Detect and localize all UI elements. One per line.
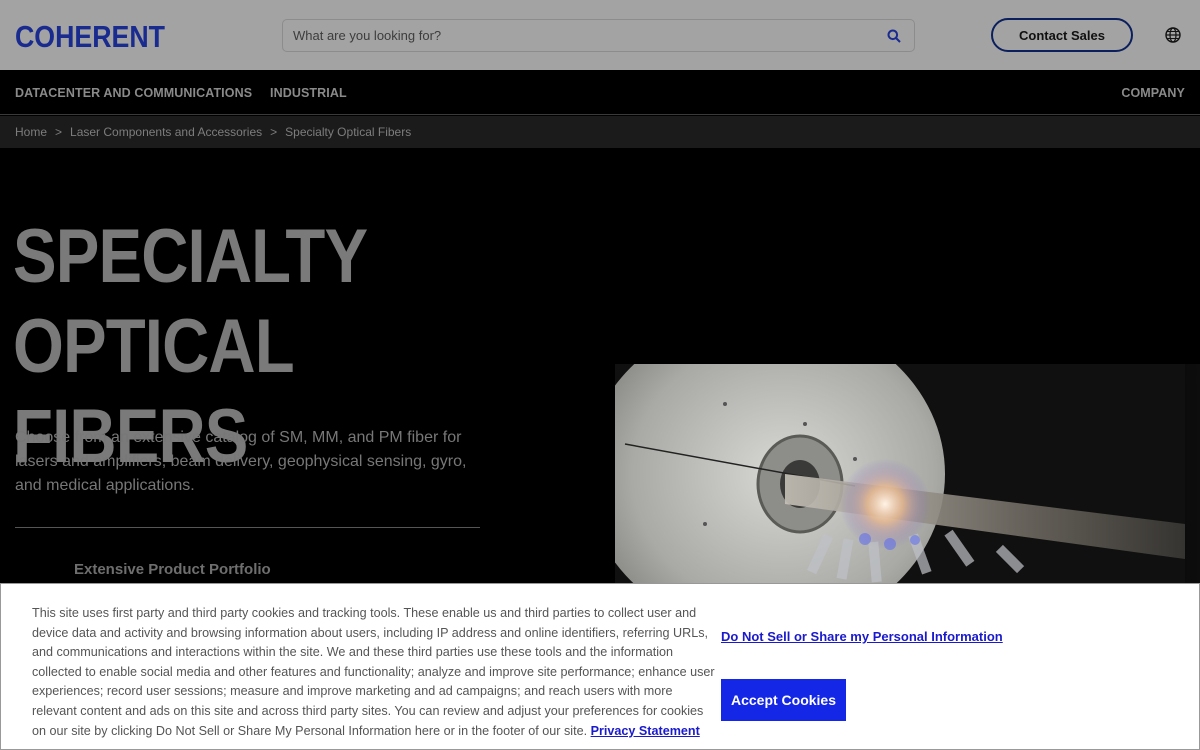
- site-header: COHERENT Contact Sales: [0, 0, 1200, 70]
- breadcrumb-home[interactable]: Home: [15, 125, 47, 139]
- breadcrumb: Home > Laser Components and Accessories …: [0, 116, 1200, 148]
- cookie-banner: This site uses first party and third par…: [0, 583, 1200, 750]
- hero-divider: [15, 527, 480, 528]
- logo-wordmark: COHERENT: [15, 19, 165, 52]
- title-line-1: SPECIALTY: [13, 214, 368, 299]
- coherent-logo[interactable]: COHERENT: [15, 18, 167, 52]
- hero-image: [615, 364, 1185, 584]
- breadcrumb-current: Specialty Optical Fibers: [285, 125, 412, 139]
- feature-title: Extensive Product Portfolio: [74, 561, 271, 578]
- cookie-text: This site uses first party and third par…: [32, 604, 717, 741]
- privacy-statement-link[interactable]: Privacy Statement: [591, 724, 700, 738]
- cookie-body: This site uses first party and third par…: [32, 606, 715, 738]
- search-icon[interactable]: [884, 26, 904, 46]
- breadcrumb-laser-components[interactable]: Laser Components and Accessories: [70, 125, 262, 139]
- globe-icon[interactable]: [1164, 26, 1182, 44]
- nav-item-datacenter[interactable]: DATACENTER AND COMMUNICATIONS: [15, 86, 252, 100]
- contact-sales-button[interactable]: Contact Sales: [991, 18, 1133, 52]
- nav-item-company[interactable]: COMPANY: [1121, 86, 1185, 100]
- nav-item-industrial[interactable]: INDUSTRIAL: [270, 86, 347, 100]
- main-nav: DATACENTER AND COMMUNICATIONS INDUSTRIAL…: [0, 70, 1200, 115]
- do-not-sell-link[interactable]: Do Not Sell or Share my Personal Informa…: [721, 629, 1003, 644]
- hero-description: Choose from an extensive catalog of SM, …: [15, 429, 467, 494]
- breadcrumb-separator: >: [55, 125, 63, 139]
- accept-cookies-button[interactable]: Accept Cookies: [721, 679, 846, 721]
- search-bar[interactable]: [282, 19, 915, 52]
- svg-text:COHERENT: COHERENT: [15, 19, 165, 52]
- breadcrumb-separator: >: [270, 125, 278, 139]
- search-input[interactable]: [293, 28, 884, 43]
